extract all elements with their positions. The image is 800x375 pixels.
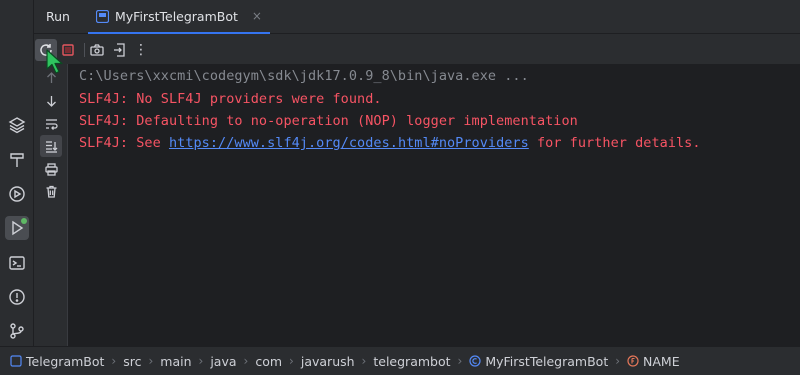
left-tool-strip: [0, 0, 34, 346]
more-icon[interactable]: ⋮: [130, 39, 152, 61]
breadcrumb-label: com: [255, 353, 283, 369]
breadcrumb-separator: ›: [243, 354, 249, 368]
console-actions-bar: [34, 64, 68, 346]
tab-label: MyFirstTelegramBot: [115, 8, 238, 24]
more-glyph: ⋮: [134, 42, 148, 58]
breadcrumb-item-telegrambot[interactable]: telegrambot: [373, 354, 450, 369]
git-icon[interactable]: [5, 319, 29, 343]
layers-icon[interactable]: [5, 113, 29, 137]
slf4j-docs-link[interactable]: https://www.slf4j.org/codes.html#noProvi…: [169, 135, 529, 151]
tool-window-title: Run: [46, 9, 70, 24]
soft-wrap-icon[interactable]: [40, 113, 62, 135]
breadcrumb-label: main: [160, 353, 192, 369]
breadcrumb-item-class[interactable]: MyFirstTelegramBot: [469, 354, 608, 369]
mouse-cursor-icon: [46, 49, 63, 74]
breadcrumb: TelegramBot › src › main › java › com › …: [0, 346, 800, 375]
module-icon: [10, 355, 22, 367]
breadcrumb-label: javarush: [300, 353, 355, 369]
console-text: SLF4J: See: [79, 135, 169, 151]
scroll-to-end-icon[interactable]: [40, 135, 62, 157]
console-error-line: SLF4J: Defaulting to no-operation (NOP) …: [79, 113, 578, 129]
breadcrumb-label: NAME: [643, 353, 680, 369]
console-error-line: SLF4J: No SLF4J providers were found.: [79, 91, 382, 107]
trash-icon[interactable]: [40, 180, 62, 202]
breadcrumb-separator: ›: [111, 354, 117, 368]
breadcrumb-separator: ›: [361, 354, 367, 368]
breadcrumb-item-field[interactable]: NAME: [627, 354, 680, 369]
console-output[interactable]: C:\Users\xxcmi\codegym\sdk\jdk17.0.9_8\b…: [68, 64, 800, 346]
breadcrumb-label: java: [210, 353, 237, 369]
run-toolbar: ⋮: [34, 35, 800, 64]
breadcrumb-separator: ›: [148, 354, 154, 368]
class-icon: [469, 355, 481, 367]
breadcrumb-item-main[interactable]: main: [160, 354, 191, 369]
run-configuration-icon: [96, 9, 109, 23]
toolbar-separator: [84, 43, 85, 57]
close-icon[interactable]: ×: [252, 9, 262, 23]
problems-icon[interactable]: [5, 285, 29, 309]
breadcrumb-separator: ›: [457, 354, 463, 368]
breadcrumb-label: telegrambot: [373, 353, 451, 369]
run-icon[interactable]: [5, 216, 29, 240]
console-error-line: SLF4J: See https://www.slf4j.org/codes.h…: [79, 135, 701, 151]
services-icon[interactable]: [5, 182, 29, 206]
tab-run-configuration[interactable]: MyFirstTelegramBot ×: [88, 0, 270, 34]
down-arrow-icon[interactable]: [40, 90, 62, 112]
terminal-icon[interactable]: [5, 251, 29, 275]
breadcrumb-separator: ›: [198, 354, 204, 368]
breadcrumb-item-javarush[interactable]: javarush: [301, 354, 355, 369]
breadcrumb-item-src[interactable]: src: [123, 354, 141, 369]
breadcrumb-item-java[interactable]: java: [210, 354, 236, 369]
camera-icon[interactable]: [86, 39, 108, 61]
run-tool-window-header: Run MyFirstTelegramBot ×: [34, 0, 800, 34]
console-command-line: C:\Users\xxcmi\codegym\sdk\jdk17.0.9_8\b…: [79, 68, 529, 84]
breadcrumb-label: TelegramBot: [26, 353, 105, 369]
console-text: for further details.: [528, 135, 701, 151]
breadcrumb-separator: ›: [289, 354, 294, 368]
breadcrumb-label: MyFirstTelegramBot: [485, 353, 609, 369]
field-icon: [627, 355, 639, 367]
run-status-badge: [21, 218, 27, 224]
breadcrumb-separator: ›: [615, 354, 621, 368]
breadcrumb-label: src: [123, 353, 142, 369]
breadcrumb-item-project[interactable]: TelegramBot: [10, 354, 104, 369]
hammer-icon[interactable]: [5, 148, 29, 172]
exit-icon[interactable]: [109, 39, 131, 61]
breadcrumb-item-com[interactable]: com: [255, 354, 282, 369]
print-icon[interactable]: [40, 158, 62, 180]
